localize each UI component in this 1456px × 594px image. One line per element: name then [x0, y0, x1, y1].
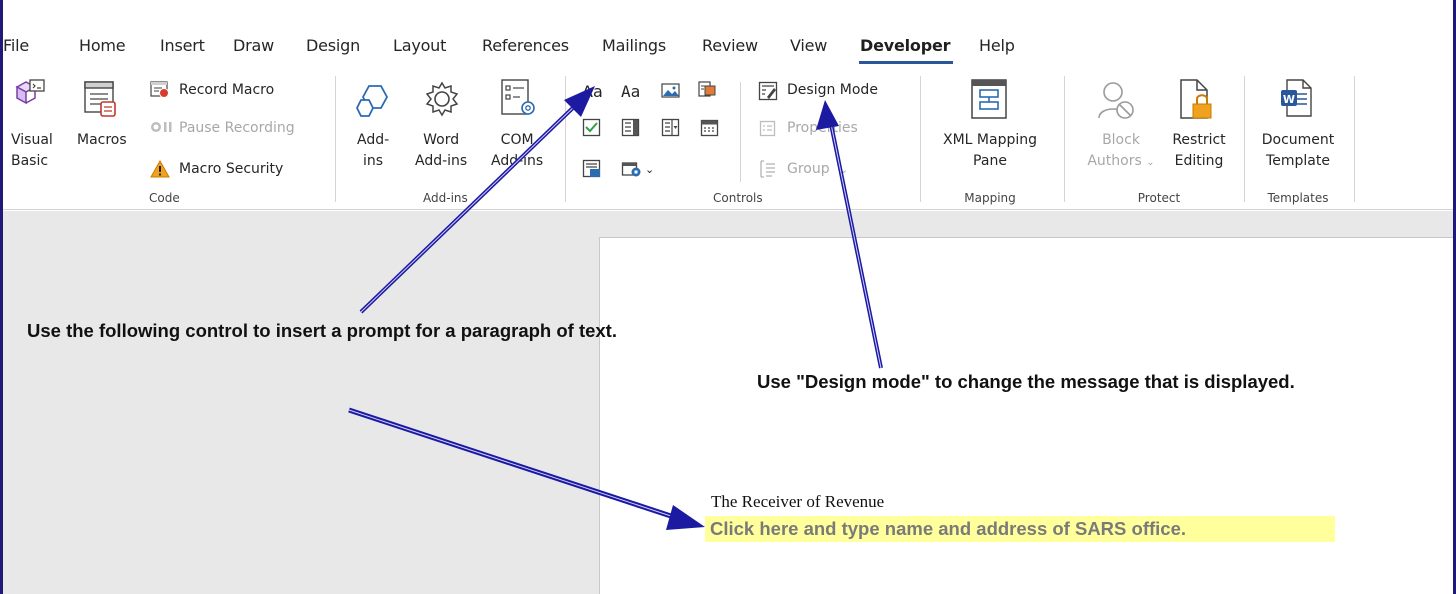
properties-button[interactable]: Properties [787, 118, 858, 139]
design-mode-button[interactable]: Design Mode [787, 80, 878, 101]
word-add-ins-button[interactable]: Word Add-ins [415, 130, 467, 172]
app-window: File Home Insert Draw Design Layout Refe… [0, 0, 1456, 594]
add-ins-label-1: Add- [357, 132, 390, 148]
tab-insert[interactable]: Insert [160, 36, 205, 55]
macro-security-warning-icon [150, 160, 170, 178]
tab-layout[interactable]: Layout [393, 36, 446, 55]
visual-basic-label-1: Visual [11, 132, 53, 148]
legacy-tools-chevron-down-icon[interactable]: ⌄ [645, 159, 654, 180]
visual-basic-icon [15, 79, 45, 105]
group-label-controls: Controls [713, 191, 763, 205]
tab-developer[interactable]: Developer [860, 36, 950, 55]
word-add-ins-label-1: Word [423, 132, 460, 148]
block-authors-button[interactable]: Block Authors ⌄ [1081, 130, 1161, 173]
pause-recording-icon [151, 122, 172, 132]
legacy-tools-icon[interactable] [621, 159, 643, 179]
svg-text:W: W [1283, 93, 1295, 106]
design-mode-icon [758, 81, 778, 101]
document-text-line[interactable]: The Receiver of Revenue [711, 492, 884, 512]
active-tab-indicator [859, 61, 953, 64]
xml-mapping-label-1: XML Mapping [942, 132, 1037, 148]
add-ins-icon [355, 85, 389, 117]
com-add-ins-button[interactable]: COM Add-ins [491, 130, 543, 172]
restrict-editing-label-1: Restrict [1172, 132, 1226, 148]
repeating-section-content-control-icon[interactable] [582, 159, 602, 179]
record-macro-button[interactable]: Record Macro [179, 80, 274, 101]
tab-draw[interactable]: Draw [233, 36, 274, 55]
controls-inner-separator [740, 82, 741, 182]
building-block-gallery-icon[interactable] [697, 80, 717, 100]
tab-references[interactable]: References [482, 36, 569, 55]
com-add-ins-label-1: COM [500, 132, 534, 148]
document-template-icon: W [1281, 79, 1312, 117]
document-template-label-1: Document [1261, 132, 1335, 148]
group-label-code: Code [149, 191, 180, 205]
add-ins-button[interactable]: Add- ins [357, 130, 389, 172]
word-add-ins-gear-icon [425, 81, 459, 117]
tab-review[interactable]: Review [702, 36, 758, 55]
group-label-mapping: Mapping [964, 191, 1016, 205]
group-icon [760, 160, 775, 178]
ribbon: Visual Basic Macros Record Macro Pause R… [3, 68, 1453, 210]
com-add-ins-icon [501, 79, 535, 115]
word-add-ins-label-2: Add-ins [415, 153, 468, 169]
group-label-templates: Templates [1267, 191, 1329, 205]
ribbon-tab-bar: File Home Insert Draw Design Layout Refe… [3, 0, 1453, 66]
callout-prompt-instruction: Use the following control to insert a pr… [27, 320, 617, 341]
callout-design-mode-instruction: Use "Design mode" to change the message … [757, 371, 1295, 392]
group-separator [1244, 76, 1245, 202]
group-label-protect: Protect [1137, 191, 1181, 205]
content-control-placeholder[interactable]: Click here and type name and address of … [705, 516, 1335, 542]
tab-file[interactable]: File [3, 36, 29, 55]
xml-mapping-pane-icon [971, 79, 1007, 119]
tab-mailings[interactable]: Mailings [602, 36, 666, 55]
xml-mapping-pane-button[interactable]: XML Mapping Pane [935, 130, 1045, 172]
pause-recording-button[interactable]: Pause Recording [179, 118, 295, 139]
restrict-editing-label-2: Editing [1174, 153, 1224, 169]
com-add-ins-label-2: Add-ins [491, 153, 544, 169]
group-chevron-down-icon: ⌄ [839, 163, 849, 176]
tab-help[interactable]: Help [979, 36, 1015, 55]
macros-button[interactable]: Macros [77, 130, 127, 151]
block-authors-chevron-down-icon: ⌄ [1146, 157, 1155, 168]
date-picker-content-control-icon[interactable] [700, 118, 720, 138]
block-authors-icon [1098, 82, 1134, 119]
group-separator [920, 76, 921, 202]
plain-text-content-control-button[interactable]: Aa [621, 81, 640, 102]
picture-content-control-icon[interactable] [661, 82, 681, 100]
restrict-editing-button[interactable]: Restrict Editing [1166, 130, 1232, 172]
add-ins-label-2: ins [363, 153, 384, 169]
document-template-label-2: Template [1266, 153, 1330, 169]
rich-text-content-control-button[interactable]: Aa [582, 81, 603, 102]
combo-box-content-control-icon[interactable] [621, 118, 641, 138]
xml-mapping-label-2: Pane [973, 153, 1007, 169]
record-macro-icon [150, 81, 169, 98]
group-separator [565, 76, 566, 202]
document-template-button[interactable]: Document Template [1258, 130, 1338, 172]
tab-home[interactable]: Home [79, 36, 126, 55]
group-separator [1354, 76, 1355, 202]
group-separator [335, 76, 336, 202]
tab-view[interactable]: View [790, 36, 827, 55]
group-button[interactable]: Group [787, 159, 830, 180]
block-authors-label-1: Block [1102, 132, 1140, 148]
visual-basic-button[interactable]: Visual Basic [11, 130, 53, 172]
drop-down-list-content-control-icon[interactable] [661, 118, 681, 138]
macro-security-button[interactable]: Macro Security [179, 159, 283, 180]
tab-design[interactable]: Design [306, 36, 360, 55]
macros-icon [84, 81, 116, 117]
block-authors-label-2: Authors [1087, 153, 1142, 169]
group-label-add-ins: Add-ins [423, 191, 468, 205]
properties-icon [759, 120, 776, 137]
checkbox-content-control-icon[interactable] [582, 118, 602, 138]
restrict-editing-lock-icon [1180, 79, 1212, 119]
visual-basic-label-2: Basic [11, 153, 49, 169]
group-separator [1064, 76, 1065, 202]
